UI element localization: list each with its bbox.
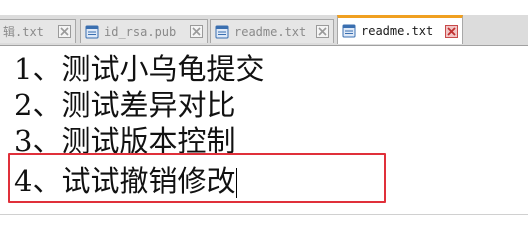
tab-label: readme.txt [361, 24, 434, 38]
tab-partial-txt[interactable]: 辑.txt [0, 19, 76, 43]
tab-label: 辑.txt [3, 25, 44, 39]
text-file-icon [215, 25, 229, 38]
text-file-icon [85, 25, 99, 38]
tab-readme-txt[interactable]: readme.txt [210, 19, 334, 43]
close-icon[interactable] [316, 25, 329, 38]
tab-label: readme.txt [234, 24, 307, 39]
editor-line-2[interactable]: 2、测试差异对比 [14, 86, 235, 124]
tab-bar: 辑.txt id_rsa.pub readme.txt readme.txt [0, 15, 528, 46]
close-icon[interactable] [445, 24, 458, 38]
close-icon[interactable] [58, 25, 71, 38]
tab-label: id_rsa.pub [104, 24, 177, 39]
tab-id-rsa-pub[interactable]: id_rsa.pub [80, 19, 208, 43]
close-icon[interactable] [190, 25, 203, 38]
text-file-icon [342, 24, 356, 38]
highlight-box [8, 153, 386, 203]
editor-line-1[interactable]: 1、测试小乌龟提交 [14, 50, 264, 88]
editor-window: 辑.txt id_rsa.pub readme.txt readme.txt 1… [0, 0, 528, 224]
bottom-divider [0, 214, 528, 215]
tab-readme-txt-active[interactable]: readme.txt [337, 15, 463, 44]
